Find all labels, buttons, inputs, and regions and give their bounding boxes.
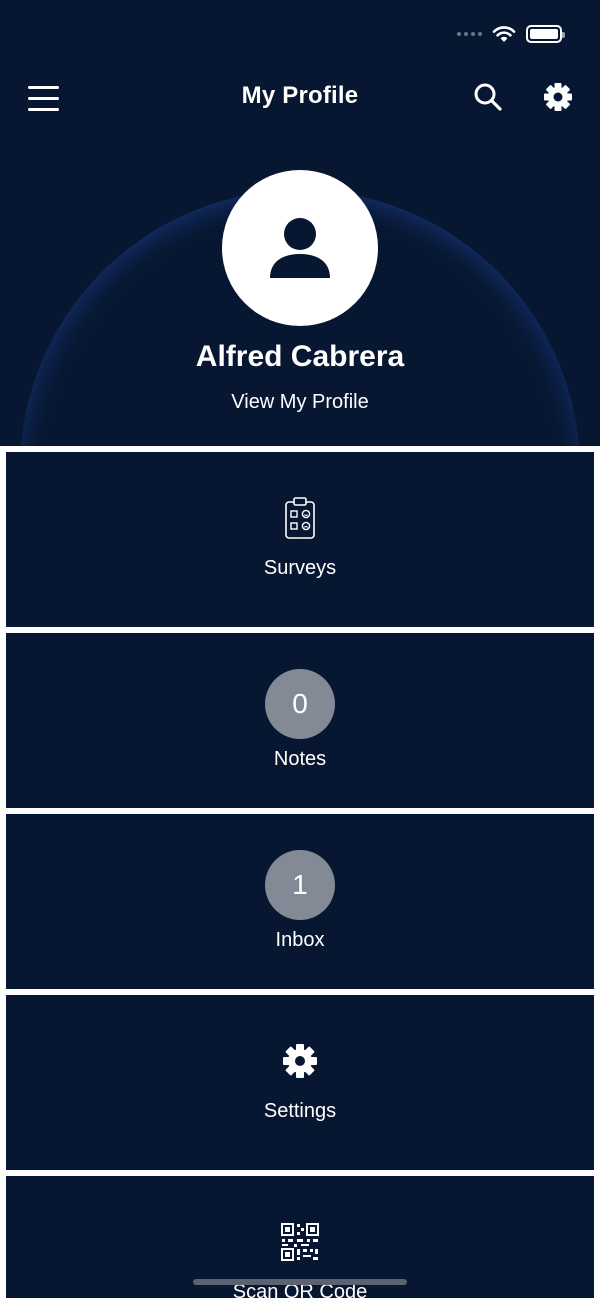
tile-label: Settings [263, 1100, 337, 1122]
gear-icon [270, 1031, 330, 1091]
search-icon[interactable] [468, 78, 508, 118]
wifi-icon [492, 26, 516, 42]
tile-label: Inbox [275, 929, 325, 951]
status-bar [457, 22, 565, 46]
tile-notes[interactable]: 0 Notes [6, 633, 594, 808]
notes-count-badge: 0 [265, 669, 335, 739]
tile-inbox[interactable]: 1 Inbox [6, 814, 594, 989]
menu-tiles: Surveys 0 Notes 1 Inbox Settings Scan QR… [6, 452, 594, 1298]
battery-icon [526, 25, 565, 43]
profile-name: Alfred Cabrera [195, 340, 405, 373]
tile-label: Surveys [263, 557, 337, 579]
person-icon [270, 218, 330, 278]
inbox-count-badge: 1 [265, 850, 335, 920]
tile-label: Notes [273, 748, 327, 770]
signal-icon [457, 32, 482, 36]
avatar[interactable] [222, 170, 378, 326]
clipboard-survey-icon [270, 488, 330, 548]
tile-settings[interactable]: Settings [6, 995, 594, 1170]
nav-bar: My Profile [0, 70, 600, 126]
tile-surveys[interactable]: Surveys [6, 452, 594, 627]
page-title: My Profile [241, 82, 359, 109]
qr-code-icon [270, 1212, 330, 1272]
view-profile-link[interactable]: View My Profile [0, 391, 600, 414]
home-indicator[interactable] [193, 1279, 407, 1285]
profile-header: My Profile Alfred Cabrera View My Profil… [0, 0, 600, 446]
gear-icon[interactable] [538, 78, 578, 118]
